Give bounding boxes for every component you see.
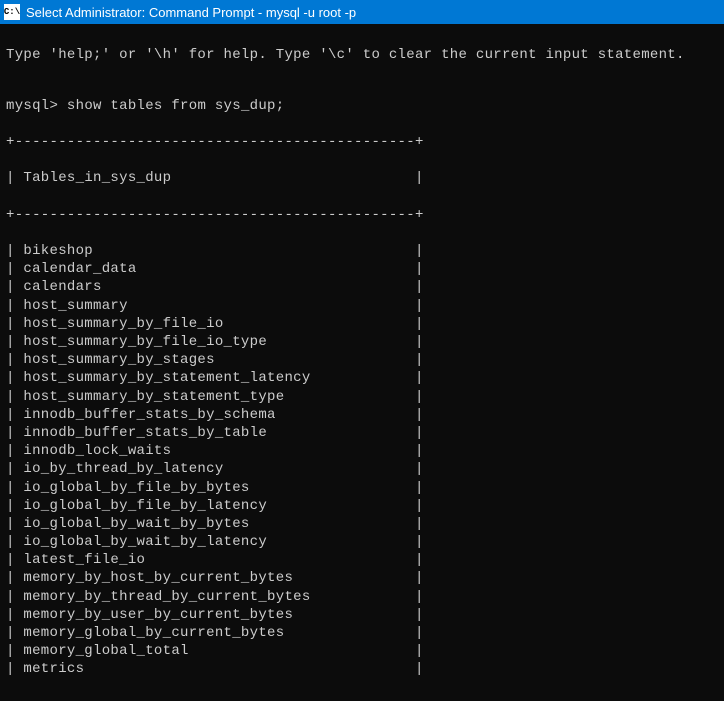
table-body: | bikeshop || calendar_data || calendars… xyxy=(6,242,718,679)
table-border-mid: +---------------------------------------… xyxy=(6,206,718,224)
table-row: | innodb_lock_waits | xyxy=(6,442,718,460)
table-row: | host_summary_by_statement_type | xyxy=(6,388,718,406)
table-row: | io_global_by_wait_by_bytes | xyxy=(6,515,718,533)
table-row: | innodb_buffer_stats_by_schema | xyxy=(6,406,718,424)
table-border-top: +---------------------------------------… xyxy=(6,133,718,151)
table-row: | innodb_buffer_stats_by_table | xyxy=(6,424,718,442)
table-row: | host_summary_by_statement_latency | xyxy=(6,369,718,387)
cmd-icon: C:\ xyxy=(4,4,20,20)
table-row: | calendars | xyxy=(6,278,718,296)
mysql-prompt: mysql> xyxy=(6,98,67,114)
row-suffix: | xyxy=(171,170,423,186)
table-header-row: | Tables_in_sys_dup | xyxy=(6,169,718,187)
table-row: | io_global_by_wait_by_latency | xyxy=(6,533,718,551)
table-row: | memory_global_total | xyxy=(6,642,718,660)
command-text: show tables from sys_dup; xyxy=(67,98,285,114)
table-row: | latest_file_io | xyxy=(6,551,718,569)
table-row: | io_global_by_file_by_latency | xyxy=(6,497,718,515)
table-row: | host_summary_by_file_io_type | xyxy=(6,333,718,351)
header-label: Tables_in_sys_dup xyxy=(23,170,171,186)
table-row: | metrics | xyxy=(6,660,718,678)
table-row: | memory_global_by_current_bytes | xyxy=(6,624,718,642)
table-row: | host_summary_by_file_io | xyxy=(6,315,718,333)
prompt-line: mysql> show tables from sys_dup; xyxy=(6,97,718,115)
table-row: | memory_by_host_by_current_bytes | xyxy=(6,569,718,587)
table-row: | memory_by_user_by_current_bytes | xyxy=(6,606,718,624)
table-row: | io_global_by_file_by_bytes | xyxy=(6,479,718,497)
help-text: Type 'help;' or '\h' for help. Type '\c'… xyxy=(6,46,718,64)
terminal-output[interactable]: Type 'help;' or '\h' for help. Type '\c'… xyxy=(0,24,724,701)
table-row: | bikeshop | xyxy=(6,242,718,260)
table-row: | memory_by_thread_by_current_bytes | xyxy=(6,588,718,606)
window-title: Select Administrator: Command Prompt - m… xyxy=(26,5,356,20)
table-row: | io_by_thread_by_latency | xyxy=(6,460,718,478)
table-row: | host_summary | xyxy=(6,297,718,315)
window-titlebar[interactable]: C:\ Select Administrator: Command Prompt… xyxy=(0,0,724,24)
table-row: | host_summary_by_stages | xyxy=(6,351,718,369)
row-prefix: | xyxy=(6,170,23,186)
table-row: | calendar_data | xyxy=(6,260,718,278)
